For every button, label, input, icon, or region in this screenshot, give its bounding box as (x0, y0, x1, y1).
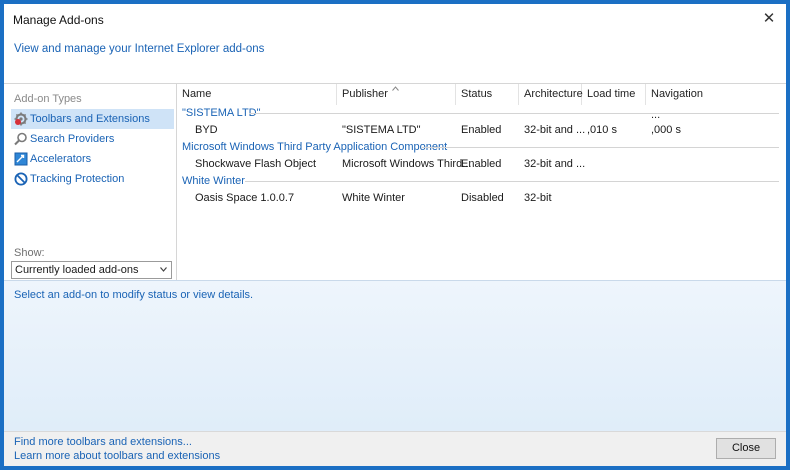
sidebar-item-toolbars-extensions[interactable]: Toolbars and Extensions (11, 109, 174, 129)
chevron-down-icon (160, 267, 167, 272)
group-divider (245, 181, 779, 182)
learn-more-toolbars-link[interactable]: Learn more about toolbars and extensions (14, 450, 220, 462)
accelerator-icon (14, 152, 28, 166)
title-bar: Manage Add-ons ✕ (4, 4, 786, 34)
addons-list: Name Publisher Status Architecture Load … (177, 84, 781, 280)
cell-name: Oasis Space 1.0.0.7 (195, 192, 295, 204)
gear-icon (14, 112, 28, 126)
status-text: Select an add-on to modify status or vie… (14, 289, 254, 301)
cell-name: Shockwave Flash Object (195, 158, 317, 170)
footer: Find more toolbars and extensions... Lea… (4, 431, 786, 466)
sidebar-item-label: Accelerators (30, 153, 92, 165)
group-header: White Winter (182, 175, 245, 187)
column-header-name[interactable]: Name (177, 84, 337, 105)
sidebar-item-label: Search Providers (30, 133, 115, 145)
cell-status: Disabled (461, 192, 504, 204)
close-button[interactable]: Close (716, 438, 776, 459)
cell-publisher: "SISTEMA LTD" (342, 124, 421, 136)
cell-architecture: 32-bit and ... (524, 158, 586, 170)
sidebar-item-label: Toolbars and Extensions (30, 113, 150, 125)
addon-types-title: Add-on Types (14, 93, 82, 105)
cell-publisher: White Winter (342, 192, 405, 204)
column-header-navigation[interactable]: Navigation ... (646, 84, 710, 121)
cell-name: BYD (195, 124, 218, 136)
sidebar-item-tracking-protection[interactable]: Tracking Protection (11, 169, 174, 189)
details-pane: Select an add-on to modify status or vie… (4, 280, 786, 466)
group-divider (249, 113, 779, 114)
group-header: Microsoft Windows Third Party Applicatio… (182, 141, 448, 153)
sidebar-item-accelerators[interactable]: Accelerators (11, 149, 174, 169)
cell-status: Enabled (461, 158, 502, 170)
show-label: Show: (14, 247, 45, 259)
column-header-architecture[interactable]: Architecture (519, 84, 583, 105)
column-header-load-time[interactable]: Load time (582, 84, 646, 105)
show-filter-dropdown[interactable]: Currently loaded add-ons (11, 261, 172, 279)
show-filter-value: Currently loaded add-ons (15, 264, 139, 276)
find-more-toolbars-link[interactable]: Find more toolbars and extensions... (14, 436, 192, 448)
search-icon (14, 132, 27, 146)
cell-status: Enabled (461, 124, 502, 136)
cell-publisher: Microsoft Windows Third... (342, 158, 472, 170)
cell-navigation: ,000 s (651, 124, 681, 136)
window-title: Manage Add-ons (13, 13, 104, 27)
group-divider (422, 147, 779, 148)
sort-ascending-icon (392, 86, 399, 91)
cell-architecture: 32-bit and ... (524, 124, 586, 136)
close-window-icon[interactable]: ✕ (758, 8, 780, 30)
cell-load-time: ,010 s (587, 124, 617, 136)
manage-addons-window: Manage Add-ons ✕ View and manage your In… (4, 4, 786, 466)
no-entry-icon (14, 172, 28, 186)
cell-architecture: 32-bit (524, 192, 552, 204)
sidebar-item-label: Tracking Protection (30, 173, 125, 185)
addon-types-panel: Add-on Types Toolbars and Extensions Sea… (9, 88, 177, 280)
sidebar-item-search-providers[interactable]: Search Providers (11, 129, 174, 149)
manage-addons-link[interactable]: View and manage your Internet Explorer a… (14, 43, 264, 55)
column-header-status[interactable]: Status (456, 84, 519, 105)
